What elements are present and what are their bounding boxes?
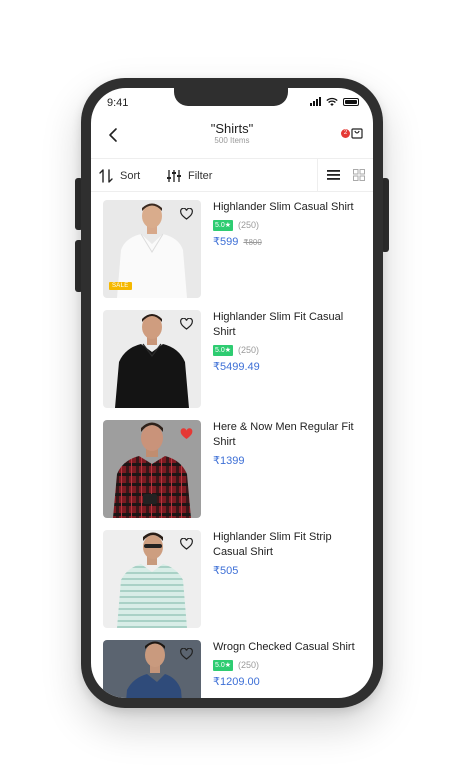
original-price: ₹800 (243, 238, 262, 247)
signal-icon (310, 97, 321, 106)
product-name[interactable]: Highlander Slim Fit Strip Casual Shirt (213, 530, 363, 560)
rating-badge: 5.0★ (213, 344, 234, 356)
product-card[interactable]: Highlander Slim Fit Strip Casual Shirt ₹… (103, 530, 363, 630)
sale-badge: SALE (109, 282, 132, 290)
rating-badge: 5.0★ (213, 219, 234, 231)
header: "Shirts" 500 Items 2 (91, 118, 373, 158)
filter-button[interactable]: Filter (167, 159, 212, 192)
item-count: 500 Items (214, 136, 250, 145)
wishlist-heart-icon[interactable] (180, 648, 193, 660)
filter-icon (167, 169, 181, 182)
toolbar-divider (317, 159, 318, 192)
sort-icon (99, 168, 113, 183)
product-image[interactable] (103, 530, 201, 628)
price: ₹599 (213, 236, 239, 248)
filter-label: Filter (188, 169, 213, 182)
product-card[interactable]: Highlander Slim Fit Casual Shirt 5.0★ (2… (103, 310, 363, 410)
screen: 9:41 "Shirts" 500 Items 2 Sort Filter SA… (91, 88, 373, 698)
wishlist-heart-icon[interactable] (180, 318, 193, 330)
grid-view-icon[interactable] (353, 169, 365, 181)
sort-button[interactable]: Sort (99, 159, 140, 192)
notch (174, 88, 288, 106)
product-name[interactable]: Wrogn Checked Casual Shirt (213, 640, 363, 655)
wifi-icon (326, 97, 338, 106)
product-name[interactable]: Highlander Slim Fit Casual Shirt (213, 310, 363, 340)
rating-badge: 5.0★ (213, 659, 234, 671)
sort-label: Sort (120, 169, 141, 182)
cart-count-badge: 2 (341, 129, 350, 138)
status-icons (310, 97, 359, 106)
toolbar: Sort Filter (91, 158, 373, 192)
cart-button[interactable]: 2 (341, 126, 365, 146)
product-card[interactable]: Here & Now Men Regular Fit Shirt ₹1399 (103, 420, 363, 520)
status-time: 9:41 (107, 97, 129, 109)
phone-frame: 9:41 "Shirts" 500 Items 2 Sort Filter SA… (81, 78, 383, 708)
review-count: (250) (238, 345, 260, 355)
product-card[interactable]: Wrogn Checked Casual Shirt 5.0★ (250) ₹1… (103, 640, 363, 698)
product-image[interactable] (103, 310, 201, 408)
list-view-icon[interactable] (327, 169, 340, 181)
product-name[interactable]: Here & Now Men Regular Fit Shirt (213, 420, 363, 450)
wishlist-heart-filled-icon[interactable] (180, 428, 193, 440)
price: ₹1399 (213, 455, 245, 467)
battery-icon (343, 97, 359, 106)
price: ₹5499.49 (213, 361, 260, 373)
product-image[interactable] (103, 420, 201, 518)
wishlist-heart-icon[interactable] (180, 208, 193, 220)
shopping-bag-icon (351, 128, 363, 139)
review-count: (250) (238, 660, 260, 670)
price: ₹1209.00 (213, 676, 260, 688)
product-card[interactable]: SALE Highlander Slim Casual Shirt 5.0★ (… (103, 200, 363, 300)
product-name[interactable]: Highlander Slim Casual Shirt (213, 200, 363, 215)
wishlist-heart-icon[interactable] (180, 538, 193, 550)
product-image[interactable]: SALE (103, 200, 201, 298)
product-image[interactable] (103, 640, 201, 698)
review-count: (250) (238, 220, 260, 230)
page-title: "Shirts" (210, 121, 254, 136)
price: ₹505 (213, 565, 239, 577)
